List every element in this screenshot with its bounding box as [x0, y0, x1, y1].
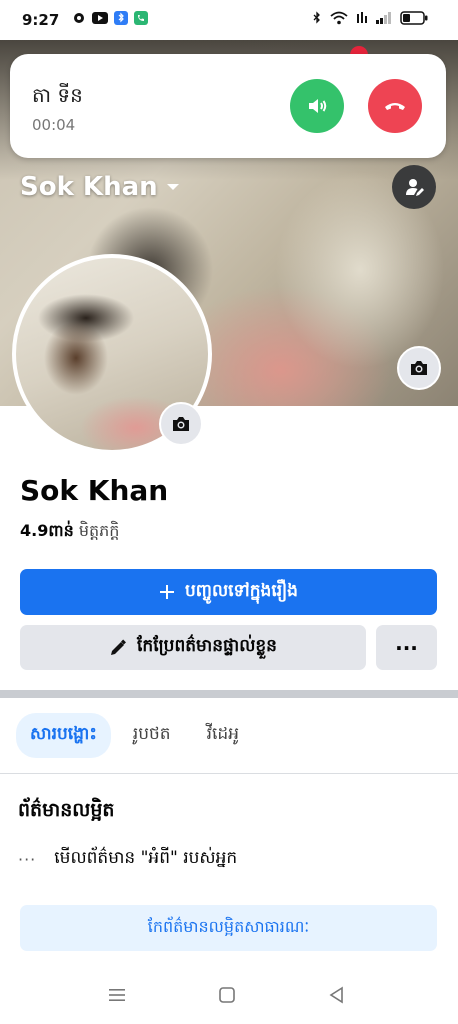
- edit-public-details-label: កែព័ត៌មានលម្អិតសាធារណៈ: [147, 917, 310, 936]
- hangup-button[interactable]: [368, 79, 422, 133]
- call-banner[interactable]: តា ទីន 00:04: [10, 54, 446, 158]
- back-icon[interactable]: [328, 986, 346, 1004]
- call-duration: 00:04: [32, 116, 76, 134]
- friends-label: មិត្តភក្តិ: [78, 521, 120, 540]
- pencil-icon: [111, 639, 126, 655]
- friends-count-line[interactable]: 4.9ពាន់ មិត្តភក្តិ: [20, 520, 119, 544]
- hangup-icon: [385, 103, 405, 110]
- tab-videos[interactable]: វីដេអូ: [193, 713, 253, 758]
- section-divider: [0, 690, 458, 698]
- edit-public-details-button[interactable]: កែព័ត៌មានលម្អិតសាធារណៈ: [20, 905, 437, 951]
- home-icon[interactable]: [218, 986, 236, 1004]
- plus-icon: [160, 585, 174, 599]
- bluetooth-icon: [313, 11, 320, 24]
- about-link-label: មើលព័ត៌មាន "អំពី" របស់អ្នក: [54, 848, 238, 868]
- edit-profile-button[interactable]: កែប្រែពត៌មានផ្ទាល់ខ្លួន: [20, 625, 366, 670]
- header-name: Sok Khan: [20, 172, 158, 202]
- tab-divider: [0, 773, 458, 774]
- tab-photos[interactable]: រូបថត: [119, 713, 185, 758]
- camera-icon: [173, 417, 189, 431]
- profile-name: Sok Khan: [20, 474, 169, 507]
- profile-settings-button[interactable]: [392, 165, 436, 209]
- friends-count: 4.9ពាន់: [20, 521, 74, 540]
- edit-profile-label: កែប្រែពត៌មានផ្ទាល់ខ្លួន: [137, 636, 277, 656]
- signal-icon: [376, 12, 391, 24]
- tab-posts[interactable]: សារបង្ហោះ: [16, 713, 111, 758]
- speaker-button[interactable]: [290, 79, 344, 133]
- profile-tabs: សារបង្ហោះ រូបថត វីដេអូ: [16, 713, 253, 758]
- caller-name: តា ទីន: [32, 83, 83, 107]
- phone-app-icon: [134, 11, 148, 25]
- wifi-icon: [330, 11, 348, 25]
- more-options-button[interactable]: ···: [376, 625, 437, 670]
- status-icons-left: [72, 11, 148, 25]
- avatar-camera-button[interactable]: [159, 402, 203, 446]
- more-icon: ···: [395, 635, 418, 660]
- status-time: 9:27: [22, 11, 60, 29]
- youtube-icon: [92, 12, 108, 24]
- bluetooth-app-icon: [114, 11, 128, 25]
- add-to-story-button[interactable]: បញ្ចូលទៅក្នុងរឿង: [20, 569, 437, 615]
- camera-icon: [411, 361, 427, 375]
- add-to-story-label: បញ្ចូលទៅក្នុងរឿង: [185, 580, 298, 601]
- person-edit-icon: [406, 179, 424, 196]
- volte-icon: [357, 12, 367, 23]
- speaker-icon: [309, 99, 327, 113]
- status-bar: 9:27: [0, 0, 458, 40]
- cover-camera-button[interactable]: [397, 346, 441, 390]
- status-icons-right: [312, 11, 428, 25]
- about-link[interactable]: ··· មើលព័ត៌មាន "អំពី" របស់អ្នក: [18, 847, 237, 872]
- caret-down-icon: [166, 184, 179, 190]
- battery-icon: [400, 11, 428, 25]
- menu-icon[interactable]: [108, 986, 126, 1004]
- details-title: ព័ត៌មានលម្អិត: [18, 799, 115, 821]
- more-dots-icon: ···: [18, 850, 37, 869]
- profile-switcher[interactable]: Sok Khan: [20, 172, 180, 202]
- system-nav-bar: [0, 968, 458, 1024]
- settings-icon: [74, 13, 84, 23]
